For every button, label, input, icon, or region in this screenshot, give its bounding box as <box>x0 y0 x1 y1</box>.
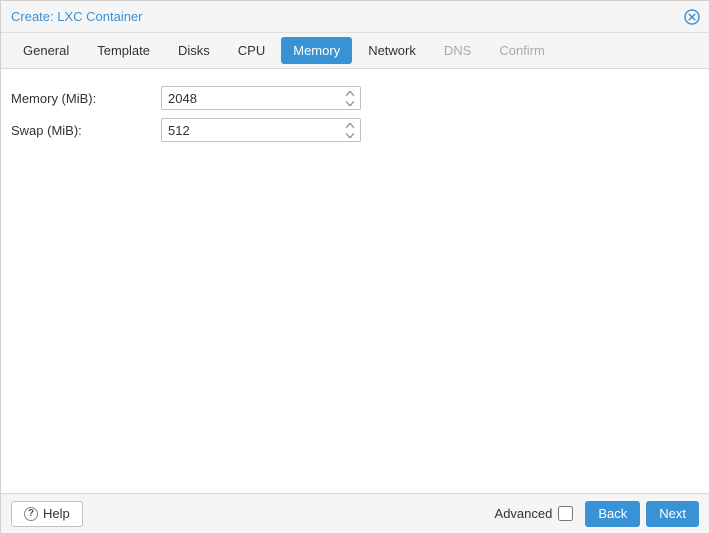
advanced-label: Advanced <box>495 506 553 521</box>
memory-label: Memory (MiB): <box>11 91 161 106</box>
field-row-memory: Memory (MiB): <box>11 83 699 113</box>
help-button[interactable]: ? Help <box>11 501 83 527</box>
titlebar: Create: LXC Container <box>1 1 709 33</box>
tab-general[interactable]: General <box>11 37 81 64</box>
memory-input[interactable] <box>161 86 361 110</box>
memory-step-down[interactable] <box>341 98 359 108</box>
tab-network[interactable]: Network <box>356 37 428 64</box>
swap-spinner <box>161 118 361 142</box>
chevron-down-icon <box>346 133 354 138</box>
close-icon <box>684 9 700 25</box>
swap-label: Swap (MiB): <box>11 123 161 138</box>
chevron-up-icon <box>346 123 354 128</box>
chevron-down-icon <box>346 101 354 106</box>
tab-memory[interactable]: Memory <box>281 37 352 64</box>
help-button-label: Help <box>43 506 70 521</box>
memory-spinner-arrows <box>340 87 360 109</box>
tab-panel-memory: Memory (MiB): Swap (MiB): <box>1 69 709 493</box>
tab-cpu[interactable]: CPU <box>226 37 277 64</box>
wizard-tabs: GeneralTemplateDisksCPUMemoryNetworkDNSC… <box>1 33 709 69</box>
advanced-toggle[interactable]: Advanced <box>495 506 574 521</box>
memory-step-up[interactable] <box>341 88 359 98</box>
swap-input[interactable] <box>161 118 361 142</box>
tab-template[interactable]: Template <box>85 37 162 64</box>
help-icon: ? <box>24 507 38 521</box>
swap-step-down[interactable] <box>341 130 359 140</box>
tab-dns: DNS <box>432 37 483 64</box>
back-button-label: Back <box>598 506 627 521</box>
dialog-footer: ? Help Advanced Back Next <box>1 493 709 533</box>
tab-confirm: Confirm <box>487 37 557 64</box>
next-button[interactable]: Next <box>646 501 699 527</box>
window-title: Create: LXC Container <box>11 9 683 24</box>
dialog-create-lxc-container: Create: LXC Container GeneralTemplateDis… <box>0 0 710 534</box>
swap-spinner-arrows <box>340 119 360 141</box>
field-row-swap: Swap (MiB): <box>11 115 699 145</box>
close-button[interactable] <box>683 8 701 26</box>
chevron-up-icon <box>346 91 354 96</box>
swap-step-up[interactable] <box>341 120 359 130</box>
back-button[interactable]: Back <box>585 501 640 527</box>
tab-disks[interactable]: Disks <box>166 37 222 64</box>
next-button-label: Next <box>659 506 686 521</box>
advanced-checkbox[interactable] <box>558 506 573 521</box>
memory-spinner <box>161 86 361 110</box>
